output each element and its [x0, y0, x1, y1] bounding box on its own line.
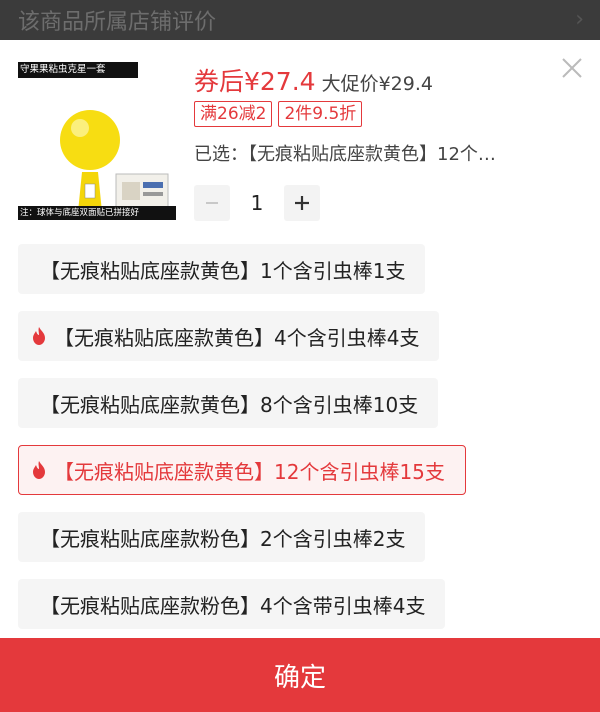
variant-option-label: 【无痕粘贴底座款黄色】12个含引虫棒15支: [54, 459, 445, 484]
promo-price: 大促价¥29.4: [321, 73, 433, 95]
minus-icon[interactable]: [194, 185, 230, 221]
promo-tag: 2件9.5折: [278, 101, 363, 127]
background-page-title: 该商品所属店铺评价: [18, 10, 217, 35]
confirm-button[interactable]: 确定: [0, 638, 600, 712]
sku-selector-sheet: 守果果粘虫克星一套 注：球体与底座双面贴已拼接好 券后¥27.4 大促价¥29.4…: [0, 40, 600, 712]
close-icon[interactable]: [558, 54, 586, 82]
variant-option[interactable]: 【无痕粘贴底座款粉色】4个含带引虫棒4支: [18, 579, 446, 629]
variant-option[interactable]: 【无痕粘贴底座款黄色】4个含引虫棒4支: [18, 311, 440, 361]
variant-option[interactable]: 【无痕粘贴底座款黄色】8个含引虫棒10支: [18, 378, 439, 428]
quantity-stepper: 1: [194, 185, 320, 221]
chevron-right-icon: ›: [575, 7, 584, 32]
variant-option-label: 【无痕粘贴底座款黄色】4个含引虫棒4支: [54, 325, 420, 350]
product-image-note: 注：球体与底座双面贴已拼接好: [18, 206, 176, 220]
plus-icon[interactable]: [284, 185, 320, 221]
price-row: 券后¥27.4 大促价¥29.4: [194, 62, 433, 98]
variant-option[interactable]: 【无痕粘贴底座款粉色】2个含引虫棒2支: [18, 512, 426, 562]
variant-option-label: 【无痕粘贴底座款黄色】8个含引虫棒10支: [40, 392, 419, 417]
product-illustration: [60, 110, 169, 217]
coupon-price: 券后¥27.4: [194, 67, 316, 96]
variant-option[interactable]: 【无痕粘贴底座款黄色】1个含引虫棒1支: [18, 244, 426, 294]
flame-icon: [33, 327, 45, 345]
selected-variant-text: 已选：【无痕粘贴底座款黄色】12个…: [194, 144, 496, 165]
variant-option-label: 【无痕粘贴底座款粉色】2个含引虫棒2支: [40, 526, 406, 551]
promo-tags: 满26减2 2件9.5折: [194, 101, 363, 127]
variant-option-label: 【无痕粘贴底座款粉色】4个含带引虫棒4支: [40, 593, 426, 618]
variant-option-label: 【无痕粘贴底座款黄色】1个含引虫棒1支: [40, 258, 406, 283]
flame-icon: [33, 461, 45, 479]
variant-options: 【无痕粘贴底座款黄色】1个含引虫棒1支 【无痕粘贴底座款黄色】4个含引虫棒4支 …: [18, 244, 588, 646]
variant-option-selected[interactable]: 【无痕粘贴底座款黄色】12个含引虫棒15支: [18, 445, 466, 495]
background-page-header: 该商品所属店铺评价 ›: [0, 0, 600, 40]
promo-tag: 满26减2: [194, 101, 273, 127]
quantity-value[interactable]: 1: [230, 191, 284, 215]
product-image[interactable]: 守果果粘虫克星一套 注：球体与底座双面贴已拼接好: [18, 62, 176, 220]
